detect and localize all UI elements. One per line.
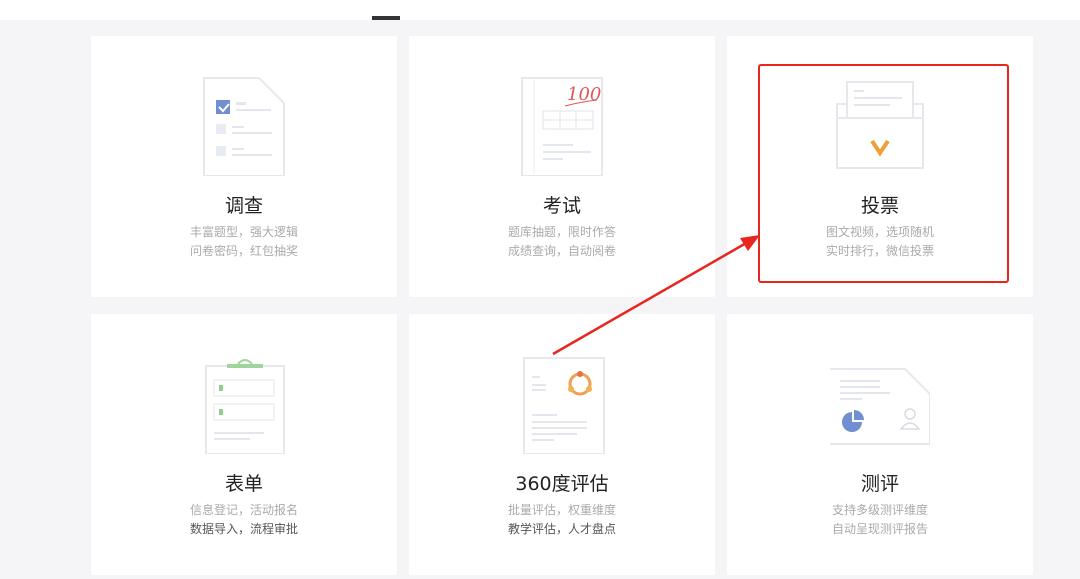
card-desc: 问卷密码，红包抽奖 [91, 242, 397, 259]
vote-icon [830, 76, 930, 176]
card-title: 投票 [727, 191, 1033, 218]
assessment-icon [830, 354, 930, 454]
card-360-evaluation[interactable]: 360度评估 批量评估，权重维度 教学评估，人才盘点 [409, 314, 715, 575]
exam-icon: 100 [512, 76, 612, 176]
card-title: 测评 [727, 469, 1033, 496]
active-tab-indicator [372, 16, 400, 20]
card-title: 考试 [409, 191, 715, 218]
card-desc: 数据导入，流程审批 [91, 520, 397, 537]
card-desc: 批量评估，权重维度 [409, 501, 715, 518]
evaluation-icon [512, 354, 612, 454]
form-icon [194, 354, 294, 454]
card-desc: 自动呈现测评报告 [727, 520, 1033, 537]
card-desc: 成绩查询，自动阅卷 [409, 242, 715, 259]
card-exam[interactable]: 100 考试 题库抽题，限时作答 成绩查询，自动阅卷 [409, 36, 715, 297]
card-title: 表单 [91, 469, 397, 496]
card-desc: 教学评估，人才盘点 [409, 520, 715, 537]
card-title: 360度评估 [409, 469, 715, 496]
card-survey[interactable]: 调查 丰富题型，强大逻辑 问卷密码，红包抽奖 [91, 36, 397, 297]
card-desc: 题库抽题，限时作答 [409, 223, 715, 240]
card-vote[interactable]: 投票 图文视频，选项随机 实时排行，微信投票 [727, 36, 1033, 297]
survey-icon [194, 76, 294, 176]
card-desc: 实时排行，微信投票 [727, 242, 1033, 259]
card-title: 调查 [91, 191, 397, 218]
card-desc: 信息登记，活动报名 [91, 501, 397, 518]
card-form[interactable]: 表单 信息登记，活动报名 数据导入，流程审批 [91, 314, 397, 575]
card-desc: 丰富题型，强大逻辑 [91, 223, 397, 240]
top-bar [0, 0, 1080, 20]
card-assessment[interactable]: 测评 支持多级测评维度 自动呈现测评报告 [727, 314, 1033, 575]
card-desc: 支持多级测评维度 [727, 501, 1033, 518]
card-desc: 图文视频，选项随机 [727, 223, 1033, 240]
